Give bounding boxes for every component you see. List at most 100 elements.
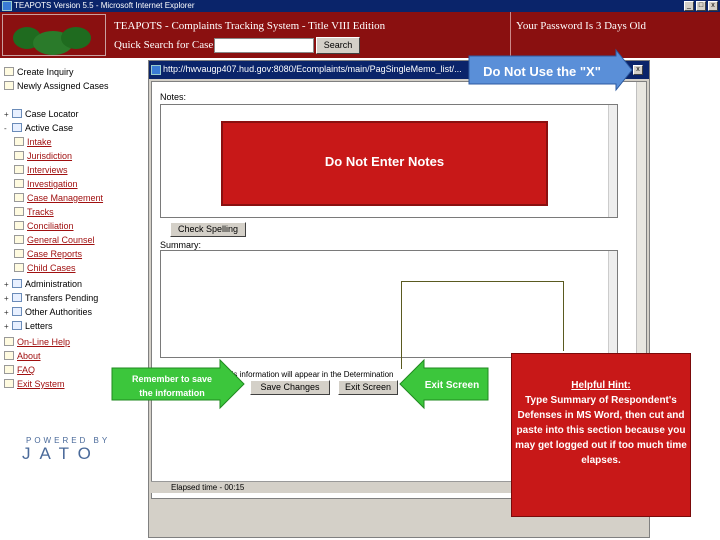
sidebar-item-label: Child Cases [27,263,76,273]
sidebar-item-label: Jurisdiction [27,151,73,161]
close-window-button[interactable]: x [708,1,718,11]
hint-heading: Helpful Hint: [571,380,631,391]
minimize-button[interactable]: _ [684,1,694,11]
sidebar-item-general-counsel[interactable]: General Counsel [14,234,95,246]
sidebar-item-label: Intake [27,137,52,147]
sidebar-link-online-help[interactable]: On-Line Help [4,336,70,348]
browser-title-bar: TEAPOTS Version 5.5 - Microsoft Internet… [0,0,720,12]
sidebar-item-case-reports[interactable]: Case Reports [14,248,82,260]
sidebar-item-label: Transfers Pending [25,293,99,303]
sidebar-item-label: Newly Assigned Cases [17,81,109,91]
sidebar-item-newly-assigned[interactable]: Newly Assigned Cases [4,80,109,92]
expand-icon[interactable]: + [4,321,12,333]
password-age-note: Your Password Is 3 Days Old [516,20,646,32]
sidebar-link-faq[interactable]: FAQ [4,364,35,376]
quick-search-label: Quick Search for Case [114,39,214,51]
collapse-icon[interactable]: - [4,123,12,135]
teapots-logo [2,14,106,56]
info-icon [4,351,14,360]
helpful-hint-callout: Helpful Hint: Type Summary of Respondent… [511,353,691,517]
sidebar-item-investigation[interactable]: Investigation [14,178,78,190]
sidebar-item-label: Letters [25,321,53,331]
sidebar-item-other-authorities[interactable]: + Other Authorities [4,306,92,319]
expand-icon[interactable]: + [4,279,12,291]
folder-icon [12,123,22,132]
sidebar-link-exit-system[interactable]: Exit System [4,378,65,390]
faq-icon [4,365,14,374]
save-changes-button[interactable]: Save Changes [250,380,330,395]
check-spelling-button[interactable]: Check Spelling [170,222,246,237]
sidebar-item-label: Interviews [27,165,68,175]
page-icon [14,165,24,174]
expand-icon[interactable]: + [4,307,12,319]
popup-close-button[interactable]: x [633,65,643,75]
sidebar-item-active-case[interactable]: - Active Case [4,122,73,135]
maximize-button[interactable]: □ [696,1,706,11]
sidebar-item-letters[interactable]: + Letters [4,320,53,333]
app-name: TEAPOTS - Complaints Tracking System - T… [114,20,386,32]
letter-icon [12,321,22,330]
sidebar-item-jurisdiction[interactable]: Jurisdiction [14,150,72,162]
exit-screen-button[interactable]: Exit Screen [338,380,398,395]
popup-title-bar: http://hwvaugp407.hud.gov:8080/Ecomplain… [149,61,649,79]
exit-icon [4,379,14,388]
sidebar-item-tracks[interactable]: Tracks [14,206,54,218]
popup-url: http://hwvaugp407.hud.gov:8080/Ecomplain… [163,64,462,74]
expand-icon[interactable]: + [4,293,12,305]
sidebar-item-label: Case Locator [25,109,79,119]
page-icon [14,207,24,216]
sidebar-item-label: Active Case [25,123,74,133]
sidebar-item-administration[interactable]: + Administration [4,278,82,291]
do-not-enter-notes-callout: Do Not Enter Notes [221,121,548,206]
page-icon [14,221,24,230]
transfer-icon [12,293,22,302]
checklist-icon [4,67,14,76]
page-icon [14,235,24,244]
people-icon [12,307,22,316]
page-icon [14,193,24,202]
sidebar-item-case-management[interactable]: Case Management [14,192,103,204]
sidebar-item-label: Conciliation [27,221,74,231]
gear-icon [12,279,22,288]
help-icon [4,337,14,346]
search-button[interactable]: Search [316,37,360,54]
sidebar-item-intake[interactable]: Intake [14,136,52,148]
ie-icon [2,1,12,11]
page-icon [14,137,24,146]
sidebar: Create Inquiry Newly Assigned Cases + Cas… [0,58,148,540]
sidebar-item-child-cases[interactable]: Child Cases [14,262,76,274]
sidebar-item-label: Investigation [27,179,78,189]
sidebar-item-label: FAQ [17,365,36,375]
sidebar-item-transfers-pending[interactable]: + Transfers Pending [4,292,98,305]
page-icon [14,151,24,160]
page-icon [14,179,24,188]
browser-title: TEAPOTS Version 5.5 - Microsoft Internet… [14,1,195,10]
checklist-icon [4,81,14,90]
sidebar-item-conciliation[interactable]: Conciliation [14,220,74,232]
sidebar-item-label: Other Authorities [25,307,93,317]
ie-icon [151,65,161,75]
notes-label: Notes: [160,92,187,102]
sidebar-link-about[interactable]: About [4,350,41,362]
sidebar-item-label: General Counsel [27,235,95,245]
jato-logo: JATO [22,444,100,463]
callout-connector [401,281,564,351]
sidebar-item-label: Case Reports [27,249,83,259]
sidebar-item-case-locator[interactable]: + Case Locator [4,108,79,121]
sidebar-item-interviews[interactable]: Interviews [14,164,68,176]
sidebar-item-label: Exit System [17,379,65,389]
sidebar-item-label: Case Management [27,193,104,203]
sidebar-item-create-inquiry[interactable]: Create Inquiry [4,66,74,78]
teapot-icon [61,27,91,49]
sidebar-item-label: Administration [25,279,83,289]
expand-icon[interactable]: + [4,109,12,121]
notes-scrollbar[interactable] [608,105,617,217]
summary-scrollbar[interactable] [608,251,617,357]
callout-connector [401,281,402,369]
summary-label: Summary: [160,240,202,250]
app-header: TEAPOTS - Complaints Tracking System - T… [0,12,720,58]
header-divider [510,12,511,58]
magnifier-icon [12,109,22,118]
quick-search-input[interactable] [214,38,314,53]
sidebar-item-label: On-Line Help [17,337,71,347]
